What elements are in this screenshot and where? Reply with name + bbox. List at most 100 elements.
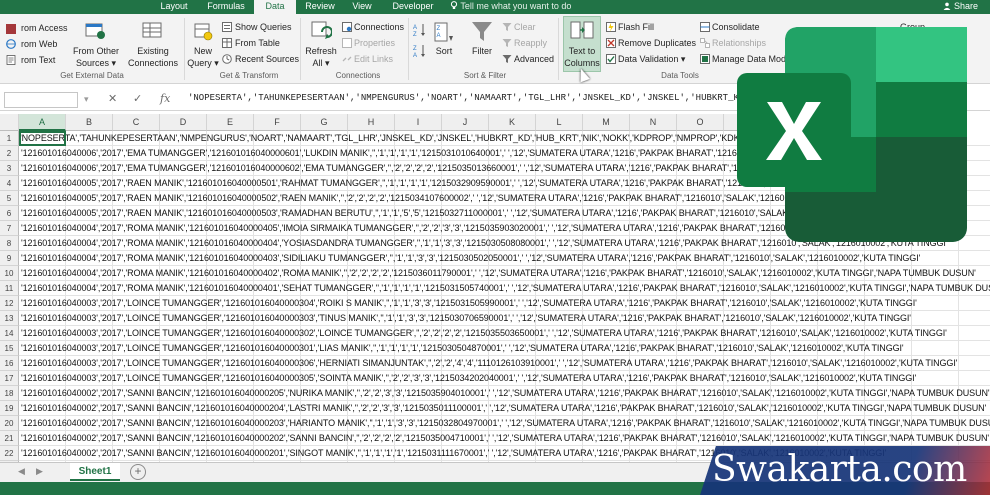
row-header[interactable]: 15 xyxy=(0,341,19,356)
table-row[interactable]: '121601016040003','2017','LOINCE TUMANGG… xyxy=(21,311,911,326)
column-header-o[interactable]: O xyxy=(677,114,724,131)
row-header[interactable]: 18 xyxy=(0,386,19,401)
tell-me-box[interactable]: Tell me what you want to do xyxy=(450,0,571,14)
from-other-sources-button[interactable]: From Other Sources ▾ xyxy=(70,45,122,69)
insert-function-button[interactable]: fx xyxy=(160,92,170,105)
column-header-j[interactable]: J xyxy=(442,114,489,131)
name-box[interactable] xyxy=(4,92,78,108)
active-cell-a1[interactable] xyxy=(19,131,66,146)
existing-connections-button[interactable]: Existing Connections xyxy=(126,45,180,69)
select-all-corner[interactable] xyxy=(0,114,19,131)
row-header[interactable]: 3 xyxy=(0,161,19,176)
tab-data[interactable]: Data xyxy=(254,0,296,14)
text-to-line1: Text to xyxy=(568,46,596,56)
refresh-icon xyxy=(311,21,332,39)
table-row[interactable]: 'NOPESERTA','TAHUNKEPESERTAAN','NMPENGUR… xyxy=(20,131,790,146)
name-box-dropdown-icon[interactable]: ▾ xyxy=(84,94,89,105)
share-button[interactable]: Share xyxy=(943,0,978,14)
table-row[interactable]: '121601016040004','2017','ROMA MANIK','1… xyxy=(21,281,990,296)
row-header[interactable]: 22 xyxy=(0,446,19,461)
table-row[interactable]: '121601016040003','2017','LOINCE TUMANGG… xyxy=(21,296,917,311)
edit-links-button: Edit Links xyxy=(354,54,394,64)
from-table-button[interactable]: From Table xyxy=(235,37,280,49)
refresh-all-button[interactable]: Refresh All ▾ xyxy=(302,45,340,69)
remove-duplicates-button[interactable]: Remove Duplicates xyxy=(618,37,696,49)
table-row[interactable]: '121601016040003','2017','LOINCE TUMANGG… xyxy=(21,371,916,386)
row-header[interactable]: 10 xyxy=(0,266,19,281)
row-header[interactable]: 13 xyxy=(0,311,19,326)
column-header-g[interactable]: G xyxy=(301,114,348,131)
data-validation-button[interactable]: Data Validation ▾ xyxy=(618,53,685,65)
new-query-icon xyxy=(194,23,213,41)
cancel-icon[interactable]: ✕ xyxy=(108,92,117,105)
show-queries-button[interactable]: Show Queries xyxy=(235,21,292,33)
column-header-i[interactable]: I xyxy=(395,114,442,131)
table-row[interactable]: '121601016040004','2017','ROMA MANIK','1… xyxy=(21,266,976,281)
row-header[interactable]: 21 xyxy=(0,431,19,446)
tab-review[interactable]: Review xyxy=(298,0,342,14)
tab-page-layout[interactable]: Layout xyxy=(150,0,198,14)
from-access-button[interactable]: rom Access xyxy=(21,22,68,34)
table-row[interactable]: '121601016040003','2017','LOINCE TUMANGG… xyxy=(21,326,947,341)
table-row[interactable]: '121601016040003','2017','LOINCE TUMANGG… xyxy=(21,356,957,371)
sheet-tab-sheet1[interactable]: Sheet1 xyxy=(70,463,120,481)
from-web-button[interactable]: rom Web xyxy=(21,38,57,50)
row-header[interactable]: 4 xyxy=(0,176,19,191)
column-header-k[interactable]: K xyxy=(489,114,536,131)
recent-sources-icon xyxy=(222,54,232,64)
row-header[interactable]: 20 xyxy=(0,416,19,431)
from-text-button[interactable]: rom Text xyxy=(21,54,55,66)
table-row[interactable]: '121601016040002','2017','SANNI BANCIN',… xyxy=(21,401,986,416)
row-header[interactable]: 16 xyxy=(0,356,19,371)
enter-icon[interactable]: ✓ xyxy=(133,92,142,105)
sort-az-icon: AZ xyxy=(413,24,425,37)
group-label-sort-filter: Sort & Filter xyxy=(463,71,507,80)
column-header-a[interactable]: A xyxy=(19,114,66,131)
tab-view[interactable]: View xyxy=(342,0,382,14)
column-header-c[interactable]: C xyxy=(113,114,160,131)
column-header-f[interactable]: F xyxy=(254,114,301,131)
column-header-b[interactable]: B xyxy=(66,114,113,131)
formula-input[interactable]: 'NOPESERTA','TAHUNKEPESERTAAN','NMPENGUR… xyxy=(188,93,777,103)
new-query-button[interactable]: New Query ▾ xyxy=(186,45,220,69)
row-header[interactable]: 5 xyxy=(0,191,19,206)
row-header[interactable]: 19 xyxy=(0,401,19,416)
table-row[interactable]: '121601016040002','2017','SANNI BANCIN',… xyxy=(21,431,989,446)
sheet-prev-icon[interactable]: ◀ xyxy=(18,466,25,477)
filter-button[interactable]: Filter xyxy=(466,45,498,57)
row-header[interactable]: 6 xyxy=(0,206,19,221)
row-header[interactable]: 9 xyxy=(0,251,19,266)
row-header[interactable]: 17 xyxy=(0,371,19,386)
reapply-icon xyxy=(502,39,512,47)
connections-button[interactable]: Connections xyxy=(354,21,404,33)
tab-developer[interactable]: Developer xyxy=(384,0,442,14)
sheet-next-icon[interactable]: ▶ xyxy=(36,466,43,477)
table-row[interactable]: '121601016040003','2017','LOINCE TUMANGG… xyxy=(21,341,904,356)
row-header[interactable]: 14 xyxy=(0,326,19,341)
row-header[interactable]: 8 xyxy=(0,236,19,251)
add-sheet-icon[interactable]: + xyxy=(130,464,146,480)
table-row[interactable]: '121601016040002','2017','SANNI BANCIN',… xyxy=(21,386,990,401)
recent-sources-button[interactable]: Recent Sources xyxy=(235,53,299,65)
table-row[interactable]: '121601016040002','2017','SANNI BANCIN',… xyxy=(21,416,990,431)
column-header-e[interactable]: E xyxy=(207,114,254,131)
row-header[interactable]: 11 xyxy=(0,281,19,296)
column-header-n[interactable]: N xyxy=(630,114,677,131)
new-query-line1: New xyxy=(193,46,212,56)
row-header[interactable]: 12 xyxy=(0,296,19,311)
tab-formulas[interactable]: Formulas xyxy=(198,0,254,14)
sort-button[interactable]: Sort xyxy=(430,45,458,57)
advanced-button[interactable]: Advanced xyxy=(514,53,554,65)
row-header[interactable]: 1 xyxy=(0,131,19,146)
web-globe-icon xyxy=(6,39,16,49)
column-header-d[interactable]: D xyxy=(160,114,207,131)
column-header-l[interactable]: L xyxy=(536,114,583,131)
row-header[interactable]: 7 xyxy=(0,221,19,236)
table-row[interactable]: '121601016040004','2017','ROMA MANIK','1… xyxy=(21,251,920,266)
row-header[interactable]: 2 xyxy=(0,146,19,161)
column-header-m[interactable]: M xyxy=(583,114,630,131)
svg-text:A: A xyxy=(413,53,417,58)
flash-fill-button[interactable]: Flash Fill xyxy=(618,21,654,33)
column-header-h[interactable]: H xyxy=(348,114,395,131)
text-to-columns-button[interactable]: Text to Columns xyxy=(563,45,601,69)
